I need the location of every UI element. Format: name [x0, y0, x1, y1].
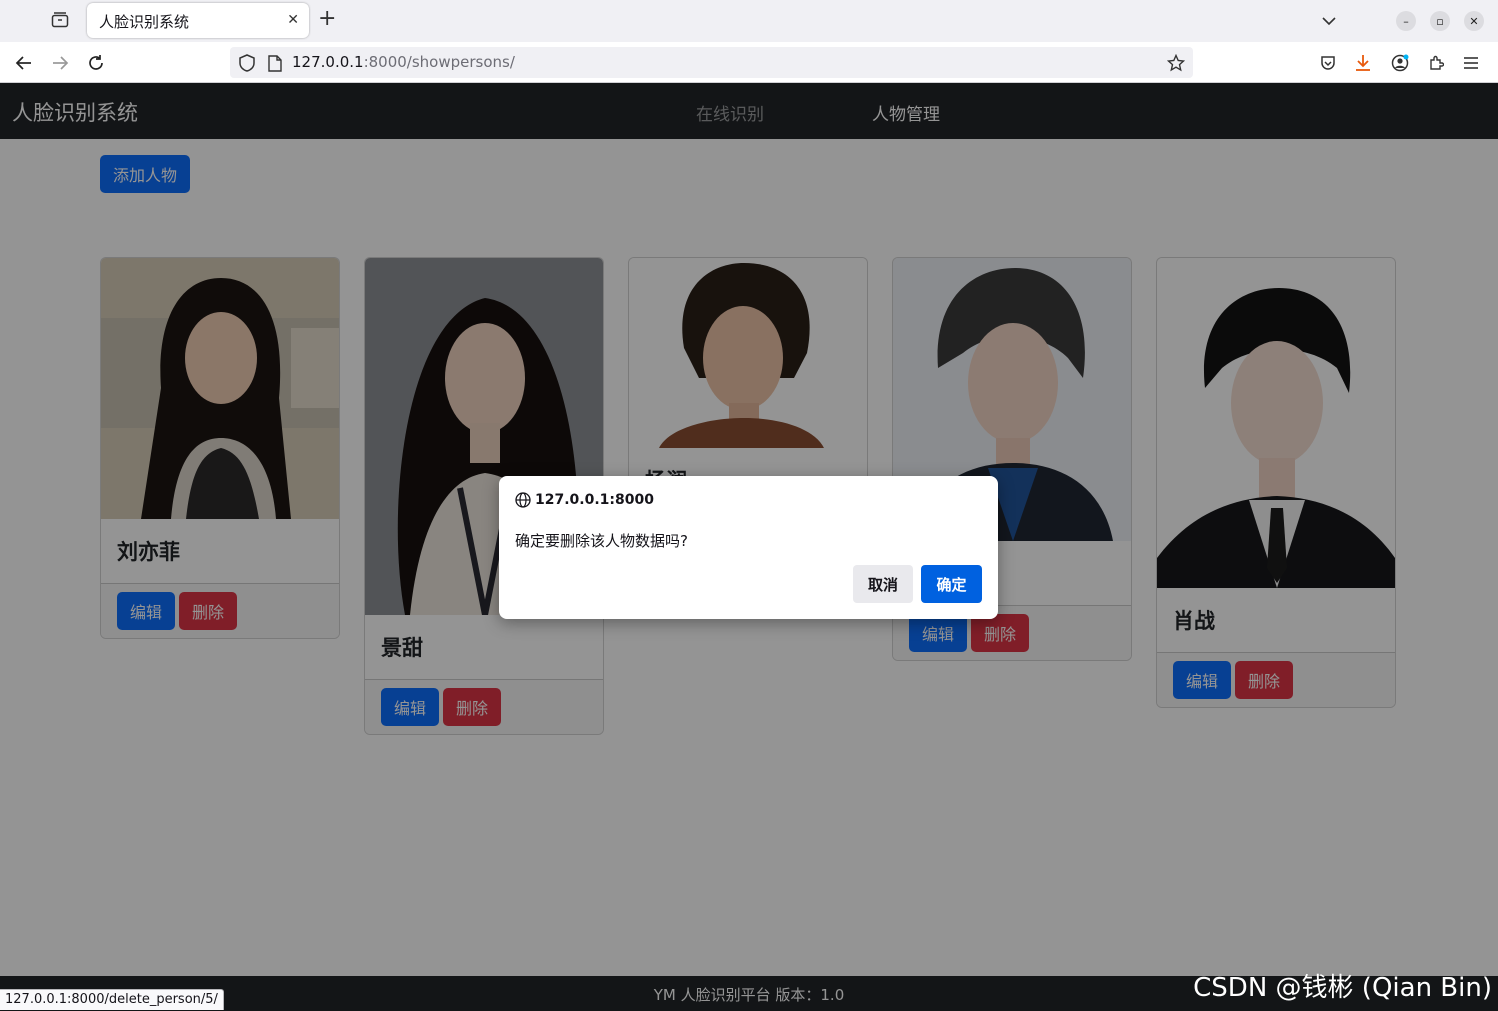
browser-tab[interactable]: 人脸识别系统 ✕ [87, 3, 309, 38]
minimize-icon[interactable]: – [1396, 11, 1416, 31]
forward-icon[interactable] [49, 52, 71, 74]
reload-icon[interactable] [85, 52, 107, 74]
tab-title: 人脸识别系统 [99, 13, 190, 31]
confirm-dialog: 127.0.0.1:8000 确定要删除该人物数据吗? 取消 确定 [499, 476, 998, 619]
page-icon[interactable] [266, 54, 284, 72]
browser-tab-bar: 人脸识别系统 ✕ + – ▫ ✕ [0, 0, 1498, 42]
url-text[interactable]: 127.0.0.1:8000/showpersons/ [292, 53, 515, 71]
globe-icon [515, 492, 531, 508]
dialog-message: 确定要删除该人物数据吗? [515, 532, 688, 550]
chevron-down-icon[interactable] [1322, 16, 1336, 26]
shield-icon[interactable] [238, 54, 256, 72]
dialog-origin: 127.0.0.1:8000 [535, 492, 654, 508]
close-tab-icon[interactable]: ✕ [287, 12, 299, 28]
close-window-icon[interactable]: ✕ [1464, 11, 1484, 31]
account-icon[interactable] [1389, 52, 1411, 74]
download-icon[interactable] [1352, 52, 1374, 74]
extensions-icon[interactable] [1425, 52, 1447, 74]
new-tab-icon[interactable]: + [318, 8, 336, 30]
status-link-preview: 127.0.0.1:8000/delete_person/5/ [0, 989, 224, 1010]
tab-list-icon[interactable] [44, 6, 76, 34]
back-icon[interactable] [13, 52, 35, 74]
bookmark-star-icon[interactable] [1167, 54, 1185, 72]
cancel-button[interactable]: 取消 [853, 565, 913, 603]
url-bar[interactable]: 127.0.0.1:8000/showpersons/ [230, 47, 1193, 78]
menu-icon[interactable] [1460, 52, 1482, 74]
browser-toolbar: 127.0.0.1:8000/showpersons/ [0, 42, 1498, 83]
pocket-icon[interactable] [1317, 52, 1339, 74]
confirm-button[interactable]: 确定 [921, 565, 982, 603]
watermark: CSDN @钱彬 (Qian Bin) [1193, 973, 1492, 1003]
maximize-icon[interactable]: ▫ [1430, 11, 1450, 31]
